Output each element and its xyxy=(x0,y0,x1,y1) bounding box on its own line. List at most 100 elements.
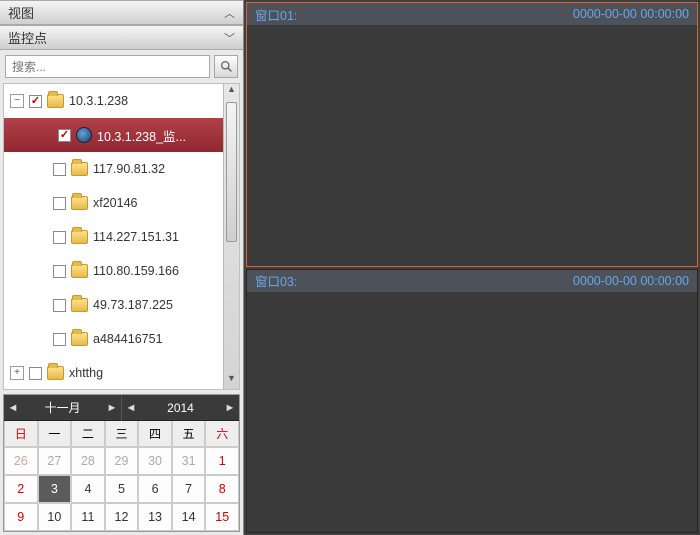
calendar-dow: 二 xyxy=(71,421,105,447)
checkbox[interactable] xyxy=(53,231,66,244)
calendar-day[interactable]: 31 xyxy=(172,447,206,475)
tree-root[interactable]: − 10.3.1.238 xyxy=(4,84,239,118)
folder-icon xyxy=(71,230,88,244)
views-panel-title: 视图 xyxy=(8,3,34,22)
tree-item[interactable]: 49.73.187.225 xyxy=(4,288,239,322)
camera-icon xyxy=(76,127,92,143)
calendar-month: 十一月 xyxy=(22,399,103,416)
next-month-button[interactable]: ► xyxy=(103,402,121,414)
calendar-day[interactable]: 3 xyxy=(38,475,72,503)
calendar-day[interactable]: 4 xyxy=(71,475,105,503)
folder-icon xyxy=(71,298,88,312)
video-pane-bar: 窗口01: 0000-00-00 00:00:00 xyxy=(247,3,697,25)
folder-icon xyxy=(71,332,88,346)
calendar-dow: 三 xyxy=(105,421,139,447)
checkbox[interactable] xyxy=(53,163,66,176)
calendar-day[interactable]: 29 xyxy=(105,447,139,475)
expand-icon[interactable]: + xyxy=(10,366,24,380)
prev-year-button[interactable]: ◄ xyxy=(122,402,140,414)
tree-label: 114.227.151.31 xyxy=(93,230,179,244)
tree-item[interactable]: 110.80.159.166 xyxy=(4,254,239,288)
tree-label: 117.90.81.32 xyxy=(93,162,165,176)
collapse-icon[interactable]: − xyxy=(10,94,24,108)
calendar-day[interactable]: 12 xyxy=(105,503,139,531)
calendar-day[interactable]: 14 xyxy=(172,503,206,531)
tree-label: a484416751 xyxy=(93,332,163,346)
monitor-panel-header[interactable]: 监控点 ﹀ xyxy=(0,25,243,50)
checkbox[interactable] xyxy=(29,95,42,108)
tree-label: 110.80.159.166 xyxy=(93,264,179,278)
views-panel-header[interactable]: 视图 ︿ xyxy=(0,0,243,25)
calendar-day[interactable]: 1 xyxy=(205,447,239,475)
calendar-day[interactable]: 7 xyxy=(172,475,206,503)
calendar-day[interactable]: 5 xyxy=(105,475,139,503)
tree-label: xhtthg xyxy=(69,366,103,380)
search-button[interactable] xyxy=(214,55,238,78)
calendar-day[interactable]: 26 xyxy=(4,447,38,475)
folder-icon xyxy=(71,196,88,210)
calendar-day[interactable]: 9 xyxy=(4,503,38,531)
monitor-panel-title: 监控点 xyxy=(8,28,47,47)
tree-item[interactable]: a484416751 xyxy=(4,322,239,356)
calendar-day[interactable]: 11 xyxy=(71,503,105,531)
calendar-day[interactable]: 10 xyxy=(38,503,72,531)
tree-item[interactable]: + xhtthg xyxy=(4,356,239,389)
folder-icon xyxy=(71,162,88,176)
next-year-button[interactable]: ► xyxy=(221,402,239,414)
calendar-day[interactable]: 13 xyxy=(138,503,172,531)
calendar-year: 2014 xyxy=(140,401,221,415)
tree-item[interactable]: 114.227.151.31 xyxy=(4,220,239,254)
search-icon xyxy=(220,60,233,73)
prev-month-button[interactable]: ◄ xyxy=(4,402,22,414)
chevron-down-icon: ﹀ xyxy=(224,30,235,46)
scrollbar[interactable]: ▲ ▼ xyxy=(223,84,239,389)
checkbox[interactable] xyxy=(58,129,71,142)
checkbox[interactable] xyxy=(29,367,42,380)
calendar-day[interactable]: 2 xyxy=(4,475,38,503)
calendar-days: 262728293031123456789101112131415 xyxy=(4,447,239,531)
video-area: 窗口01: 0000-00-00 00:00:00 窗口03: 0000-00-… xyxy=(244,0,700,535)
calendar-day[interactable]: 27 xyxy=(38,447,72,475)
scroll-up-icon[interactable]: ▲ xyxy=(224,84,239,100)
tree-camera-selected[interactable]: 10.3.1.238_监... xyxy=(4,118,239,152)
video-pane-title: 窗口03: xyxy=(255,271,297,290)
folder-icon xyxy=(71,264,88,278)
calendar-dow-row: 日一二三四五六 xyxy=(4,421,239,447)
scrollbar-thumb[interactable] xyxy=(226,102,237,242)
calendar-dow: 日 xyxy=(4,421,38,447)
calendar-day[interactable]: 6 xyxy=(138,475,172,503)
calendar-day[interactable]: 8 xyxy=(205,475,239,503)
tree-label: 10.3.1.238_监... xyxy=(97,126,186,145)
device-tree: − 10.3.1.238 10.3.1.238_监... 117.90.81.3… xyxy=(3,83,240,390)
tree-label: xf20146 xyxy=(93,196,137,210)
tree-label: 49.73.187.225 xyxy=(93,298,173,312)
checkbox[interactable] xyxy=(53,197,66,210)
sidebar: 视图 ︿ 监控点 ﹀ − 10.3.1.238 xyxy=(0,0,244,535)
folder-icon xyxy=(47,366,64,380)
checkbox[interactable] xyxy=(53,299,66,312)
calendar: ◄ 十一月 ► ◄ 2014 ► 日一二三四五六 262728293031123… xyxy=(3,394,240,532)
calendar-header: ◄ 十一月 ► ◄ 2014 ► xyxy=(4,395,239,421)
checkbox[interactable] xyxy=(53,265,66,278)
calendar-day[interactable]: 28 xyxy=(71,447,105,475)
calendar-dow: 四 xyxy=(138,421,172,447)
search-input[interactable] xyxy=(5,55,210,78)
tree-item[interactable]: xf20146 xyxy=(4,186,239,220)
calendar-day[interactable]: 15 xyxy=(205,503,239,531)
video-pane-timestamp: 0000-00-00 00:00:00 xyxy=(573,7,689,21)
tree-label: 10.3.1.238 xyxy=(69,94,128,108)
calendar-dow: 六 xyxy=(205,421,239,447)
chevron-up-icon: ︿ xyxy=(224,5,235,21)
video-pane-bar: 窗口03: 0000-00-00 00:00:00 xyxy=(247,270,697,292)
scroll-down-icon[interactable]: ▼ xyxy=(224,373,239,389)
calendar-dow: 五 xyxy=(172,421,206,447)
video-pane-2[interactable]: 窗口03: 0000-00-00 00:00:00 xyxy=(246,269,698,534)
video-pane-timestamp: 0000-00-00 00:00:00 xyxy=(573,274,689,288)
checkbox[interactable] xyxy=(53,333,66,346)
video-pane-title: 窗口01: xyxy=(255,5,297,24)
search-row xyxy=(0,50,243,83)
video-pane-1[interactable]: 窗口01: 0000-00-00 00:00:00 xyxy=(246,2,698,267)
calendar-dow: 一 xyxy=(38,421,72,447)
calendar-day[interactable]: 30 xyxy=(138,447,172,475)
tree-item[interactable]: 117.90.81.32 xyxy=(4,152,239,186)
